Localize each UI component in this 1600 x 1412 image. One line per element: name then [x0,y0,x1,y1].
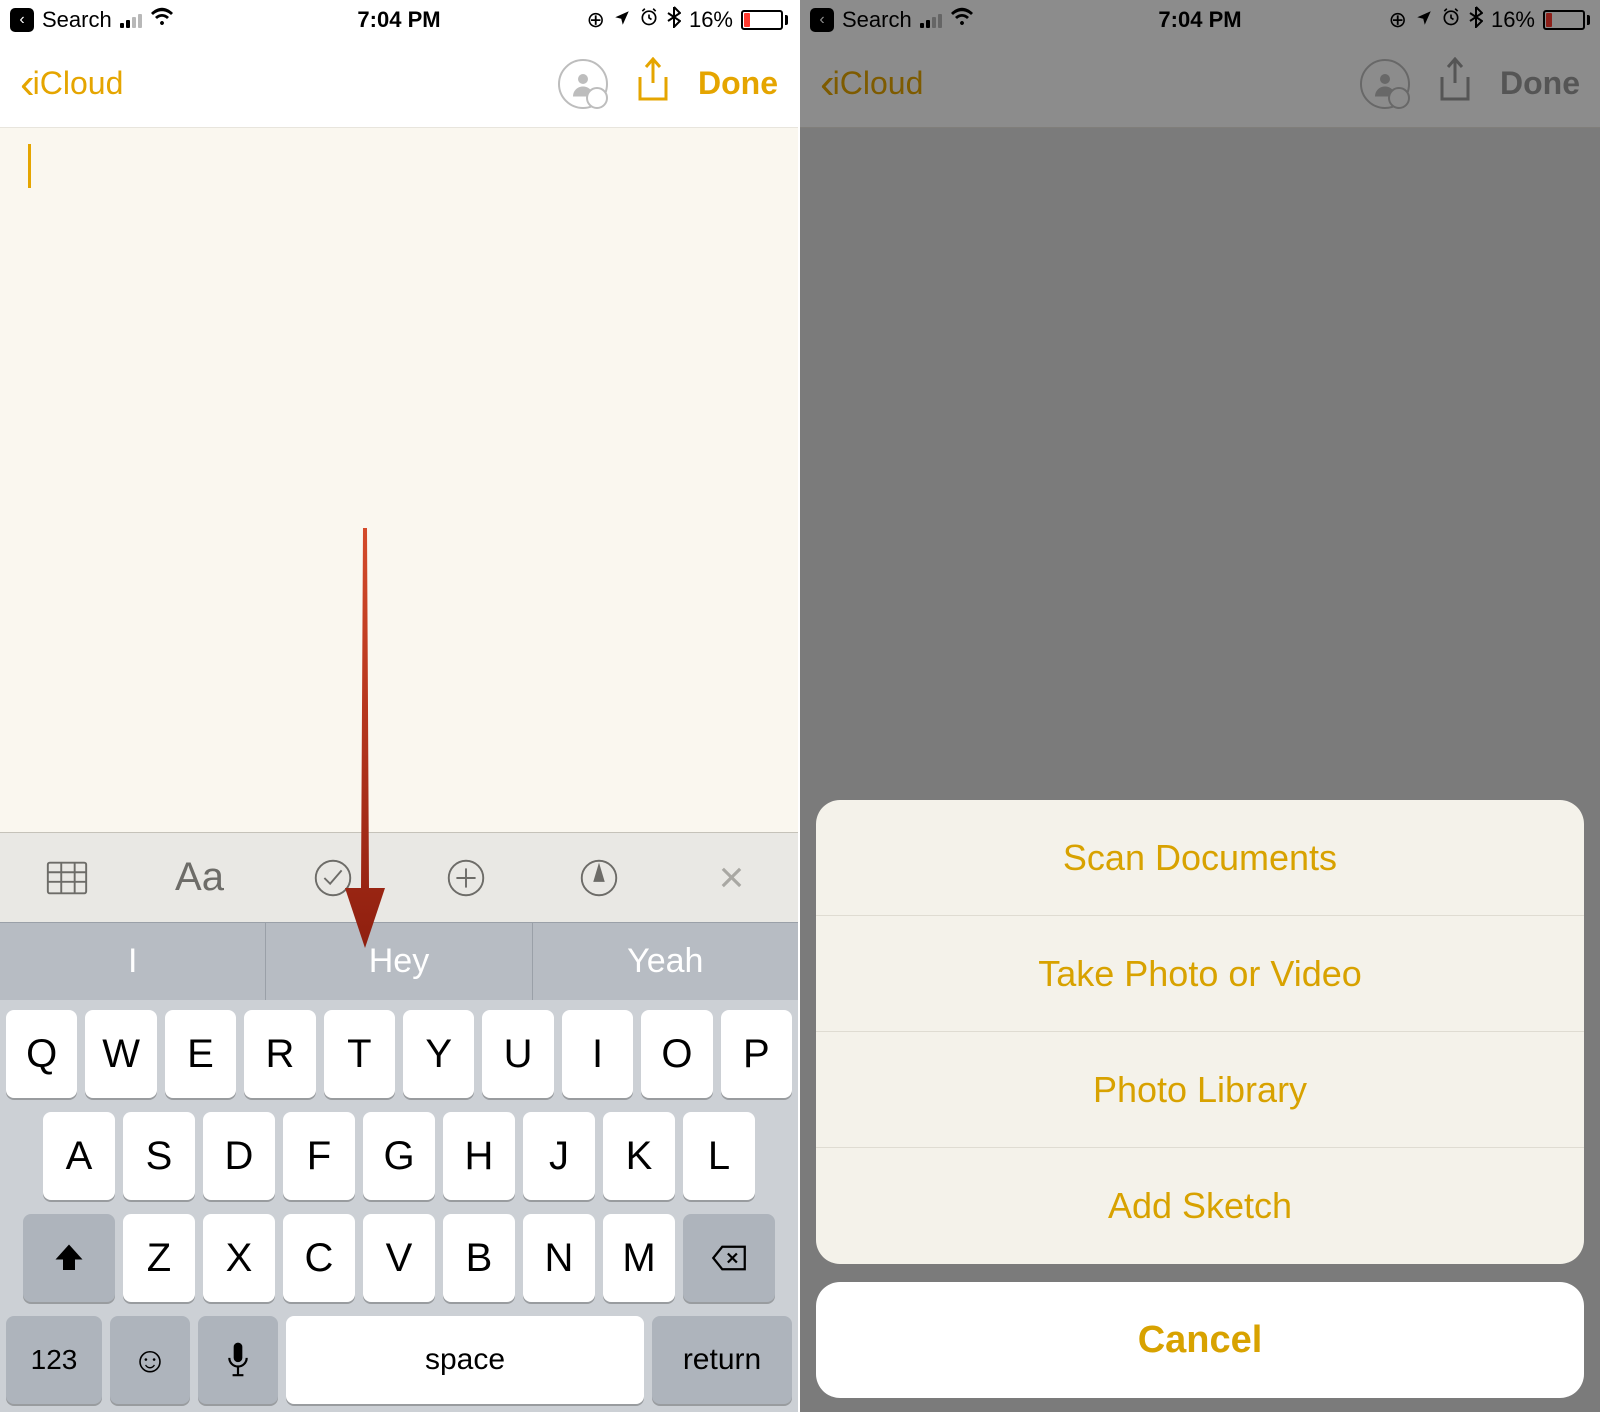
key-z[interactable]: Z [123,1214,195,1302]
suggestion-0[interactable]: I [0,923,266,1000]
done-button[interactable]: Done [1500,65,1580,102]
key-d[interactable]: D [203,1112,275,1200]
share-icon[interactable] [634,57,672,110]
nav-bar: ‹ iCloud Done [800,40,1600,128]
key-v[interactable]: V [363,1214,435,1302]
close-toolbar-icon[interactable]: × [702,848,762,908]
key-o[interactable]: O [641,1010,712,1098]
option-photo-library[interactable]: Photo Library [816,1032,1584,1148]
done-button[interactable]: Done [698,65,778,102]
back-button[interactable]: ‹ iCloud [20,62,123,106]
key-p[interactable]: P [721,1010,792,1098]
key-m[interactable]: M [603,1214,675,1302]
option-take-photo-video[interactable]: Take Photo or Video [816,916,1584,1032]
add-person-icon[interactable] [558,59,608,109]
key-r[interactable]: R [244,1010,315,1098]
keyboard: Q W E R T Y U I O P A S D F G H J K L Z [0,1000,798,1412]
key-w[interactable]: W [85,1010,156,1098]
key-return[interactable]: return [652,1316,792,1404]
key-k[interactable]: K [603,1112,675,1200]
key-g[interactable]: G [363,1112,435,1200]
key-row-3: Z X C V B N M [6,1214,792,1302]
cancel-button[interactable]: Cancel [816,1282,1584,1398]
battery-icon [741,10,788,30]
key-dictation[interactable] [198,1316,278,1404]
predictive-bar: I Hey Yeah [0,922,798,1000]
key-e[interactable]: E [165,1010,236,1098]
key-j[interactable]: J [523,1112,595,1200]
action-sheet: Scan Documents Take Photo or Video Photo… [816,800,1584,1398]
key-row-1: Q W E R T Y U I O P [6,1010,792,1098]
status-time: 7:04 PM [800,7,1600,33]
nav-bar: ‹ iCloud Done [0,40,798,128]
add-attachment-icon[interactable] [436,848,496,908]
phone-right: ‹ Search 7:04 PM ⊕ 16% [800,0,1600,1412]
note-editor[interactable] [0,128,798,832]
suggestion-1[interactable]: Hey [266,923,532,1000]
key-space[interactable]: space [286,1316,644,1404]
back-label: iCloud [833,65,924,102]
key-123[interactable]: 123 [6,1316,102,1404]
key-t[interactable]: T [324,1010,395,1098]
key-row-4: 123 ☺ space return [6,1316,792,1404]
back-button[interactable]: ‹ iCloud [820,62,923,106]
phone-left: ‹ Search 7:04 PM ⊕ 16% [0,0,800,1412]
key-q[interactable]: Q [6,1010,77,1098]
key-x[interactable]: X [203,1214,275,1302]
sketch-icon[interactable] [569,848,629,908]
battery-icon [1543,10,1590,30]
share-icon[interactable] [1436,57,1474,110]
key-delete[interactable] [683,1214,775,1302]
key-u[interactable]: U [482,1010,553,1098]
status-bar: ‹ Search 7:04 PM ⊕ 16% [0,0,798,40]
status-bar: ‹ Search 7:04 PM ⊕ 16% [800,0,1600,40]
text-cursor [28,144,31,188]
table-icon[interactable] [37,848,97,908]
checklist-icon[interactable] [303,848,363,908]
key-b[interactable]: B [443,1214,515,1302]
option-scan-documents[interactable]: Scan Documents [816,800,1584,916]
option-add-sketch[interactable]: Add Sketch [816,1148,1584,1264]
status-time: 7:04 PM [0,7,798,33]
dimmed-background[interactable]: Scan Documents Take Photo or Video Photo… [800,128,1600,1412]
key-s[interactable]: S [123,1112,195,1200]
key-row-2: A S D F G H J K L [6,1112,792,1200]
key-y[interactable]: Y [403,1010,474,1098]
key-n[interactable]: N [523,1214,595,1302]
key-h[interactable]: H [443,1112,515,1200]
suggestion-2[interactable]: Yeah [533,923,798,1000]
key-l[interactable]: L [683,1112,755,1200]
key-f[interactable]: F [283,1112,355,1200]
key-c[interactable]: C [283,1214,355,1302]
key-a[interactable]: A [43,1112,115,1200]
key-i[interactable]: I [562,1010,633,1098]
add-person-icon[interactable] [1360,59,1410,109]
notes-toolbar: Aa × [0,832,798,922]
back-label: iCloud [33,65,124,102]
key-emoji[interactable]: ☺ [110,1316,190,1404]
action-sheet-options: Scan Documents Take Photo or Video Photo… [816,800,1584,1264]
key-shift[interactable] [23,1214,115,1302]
text-format-icon[interactable]: Aa [170,848,230,908]
